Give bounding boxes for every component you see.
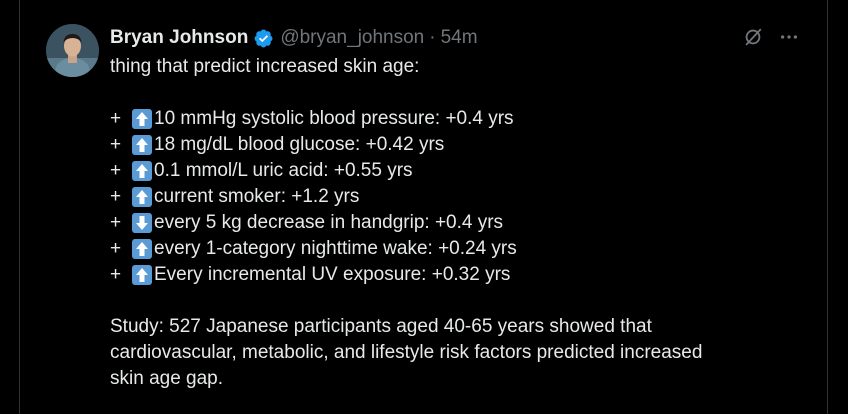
plus-sign: + [110, 160, 122, 181]
timestamp[interactable]: 54m [441, 27, 478, 49]
factor-text: 10 mmHg systolic blood pressure: +0.4 yr… [154, 108, 514, 129]
factor-text: Every incremental UV exposure: +0.32 yrs [154, 264, 511, 285]
plus-sign: + [110, 108, 122, 129]
avatar[interactable] [46, 24, 99, 77]
factor-item: + every 5 kg decrease in handgrip: +0.4 y… [110, 210, 810, 236]
tweet-header: Bryan Johnson @bryan_johnson · 54m [110, 25, 478, 51]
factor-text: every 5 kg decrease in handgrip: +0.4 yr… [154, 212, 504, 233]
study-line: cardiovascular, metabolic, and lifestyle… [110, 342, 703, 363]
up-arrow-icon [132, 161, 152, 181]
factor-list: +10 mmHg systolic blood pressure: +0.4 y… [110, 106, 810, 288]
grok-icon[interactable] [741, 25, 765, 49]
factor-text: current smoker: +1.2 yrs [154, 186, 360, 207]
up-arrow-icon [132, 265, 152, 285]
up-arrow-icon [132, 239, 152, 259]
up-arrow-icon [132, 135, 152, 155]
right-border [827, 0, 828, 414]
plus-sign: + [110, 212, 122, 233]
study-text: Study: 527 Japanese participants aged 40… [110, 314, 810, 392]
factor-text: every 1-category nighttime wake: +0.24 y… [154, 238, 517, 259]
plus-sign: + [110, 186, 122, 207]
factor-item: +0.1 mmol/L uric acid: +0.55 yrs [110, 158, 810, 184]
plus-sign: + [110, 264, 122, 285]
tweet-body: thing that predict increased skin age: +… [110, 54, 810, 392]
factor-text: 18 mg/dL blood glucose: +0.42 yrs [154, 134, 445, 155]
factor-item: +10 mmHg systolic blood pressure: +0.4 y… [110, 106, 810, 132]
author-handle[interactable]: @bryan_johnson [280, 27, 424, 49]
factor-text: 0.1 mmol/L uric acid: +0.55 yrs [154, 160, 413, 181]
tweet-intro: thing that predict increased skin age: [110, 56, 420, 77]
factor-item: + current smoker: +1.2 yrs [110, 184, 810, 210]
author-name[interactable]: Bryan Johnson [110, 27, 248, 49]
plus-sign: + [110, 134, 122, 155]
verified-badge-icon[interactable] [253, 28, 274, 49]
study-line: Study: 527 Japanese participants aged 40… [110, 316, 652, 337]
factor-item: +18 mg/dL blood glucose: +0.42 yrs [110, 132, 810, 158]
separator-dot: · [429, 27, 436, 48]
up-arrow-icon [132, 187, 152, 207]
up-arrow-icon [132, 109, 152, 129]
down-arrow-icon [132, 213, 152, 233]
avatar-image [46, 24, 99, 77]
tweet[interactable]: Bryan Johnson @bryan_johnson · 54m thing… [20, 0, 827, 414]
factor-item: + every 1-category nighttime wake: +0.24 … [110, 236, 810, 262]
more-options-icon[interactable] [777, 25, 801, 49]
tweet-actions [741, 25, 801, 49]
plus-sign: + [110, 238, 122, 259]
tweet-frame: Bryan Johnson @bryan_johnson · 54m thing… [0, 0, 848, 414]
factor-item: + Every incremental UV exposure: +0.32 yr… [110, 262, 810, 288]
study-line: skin age gap. [110, 368, 224, 389]
